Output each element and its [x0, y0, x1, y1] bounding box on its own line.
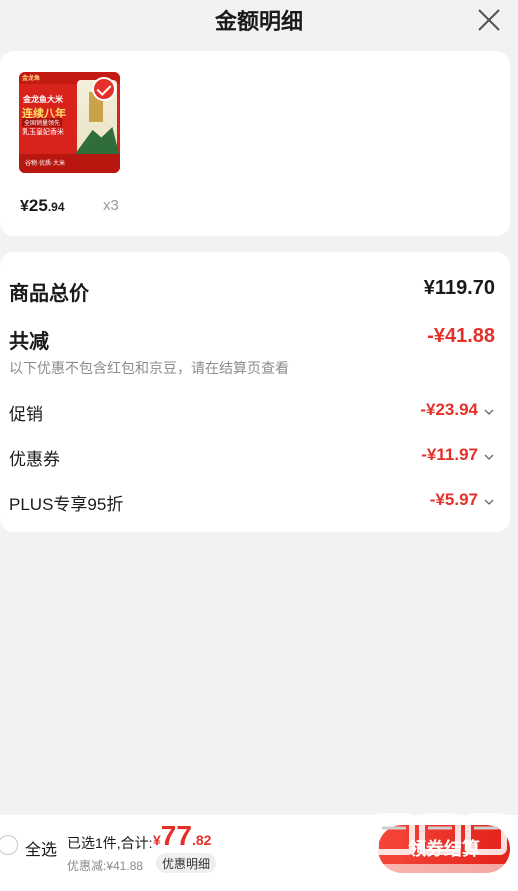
- page-title: 金额明细: [214, 9, 303, 34]
- thumbnail-brand: 金龙鱼: [22, 76, 41, 82]
- plus-discount-label: PLUS专享95折: [9, 495, 124, 514]
- select-all-label[interactable]: 全选: [25, 836, 57, 860]
- total-price-label: 商品总价: [9, 283, 89, 305]
- price-decimal: .94: [47, 200, 65, 214]
- product-price: ¥25.94: [20, 196, 65, 216]
- total-amount: ¥77.82: [153, 820, 211, 852]
- promotion-value[interactable]: -¥23.94: [420, 400, 478, 420]
- select-all-radio[interactable]: [0, 835, 18, 855]
- product-thumbnail[interactable]: 金龙鱼 金龙鱼大米 连续八年 全国销量领先 乳玉皇妃香米 谷物·优质·大米: [19, 72, 120, 173]
- total-reduction-value: -¥41.88: [427, 325, 495, 347]
- total-amount-integer: 77: [160, 820, 192, 851]
- bottom-bar: 全选 已选1件,合计: ¥77.82 优惠减:¥41.88 优惠明细 领券结算: [0, 815, 518, 891]
- coupon-label: 优惠券: [9, 450, 60, 469]
- price-integer: 25: [28, 196, 48, 215]
- discount-note: 以下优惠不包含红包和京豆，请在结算页查看: [9, 360, 289, 376]
- thumbnail-bottom-text: 谷物·优质·大米: [25, 161, 65, 167]
- close-icon[interactable]: [476, 7, 502, 33]
- discount-detail-button[interactable]: 优惠明细: [156, 853, 217, 873]
- discount-summary: 优惠减:¥41.88: [67, 859, 144, 873]
- coupon-value[interactable]: -¥11.97: [421, 445, 478, 465]
- plus-discount-value[interactable]: -¥5.97: [430, 490, 478, 510]
- thumbnail-line-4: 乳玉皇妃香米: [22, 129, 64, 136]
- total-price-value: ¥119.70: [423, 277, 495, 299]
- total-amount-currency: ¥: [153, 832, 161, 848]
- amount-detail-page: 金额明细 金龙鱼 金龙鱼大米 连续八年 全国销量领先 乳玉皇妃香米 谷物·优质·…: [0, 0, 518, 891]
- summary-card: 商品总价 ¥119.70 共减 -¥41.88 以下优惠不包含红包和京豆，请在结…: [0, 252, 510, 532]
- total-amount-decimal: .82: [191, 832, 212, 848]
- chevron-down-icon[interactable]: [484, 452, 494, 462]
- product-card: 金龙鱼 金龙鱼大米 连续八年 全国销量领先 乳玉皇妃香米 谷物·优质·大米 ¥2…: [0, 51, 510, 236]
- chevron-down-icon[interactable]: [484, 407, 494, 417]
- total-reduction-label: 共减: [9, 331, 49, 353]
- checkout-button[interactable]: 领券结算: [378, 825, 510, 873]
- check-icon: [92, 77, 116, 101]
- chevron-down-icon[interactable]: [484, 497, 494, 507]
- price-currency: ¥: [20, 198, 29, 215]
- promotion-label: 促销: [9, 405, 43, 424]
- selected-summary: 已选1件,合计:: [67, 835, 153, 851]
- header: 金额明细: [0, 0, 518, 44]
- thumbnail-line-1: 金龙鱼大米: [23, 95, 63, 104]
- product-quantity: x3: [103, 197, 119, 214]
- thumbnail-line-3: 全国销量领先: [22, 118, 63, 127]
